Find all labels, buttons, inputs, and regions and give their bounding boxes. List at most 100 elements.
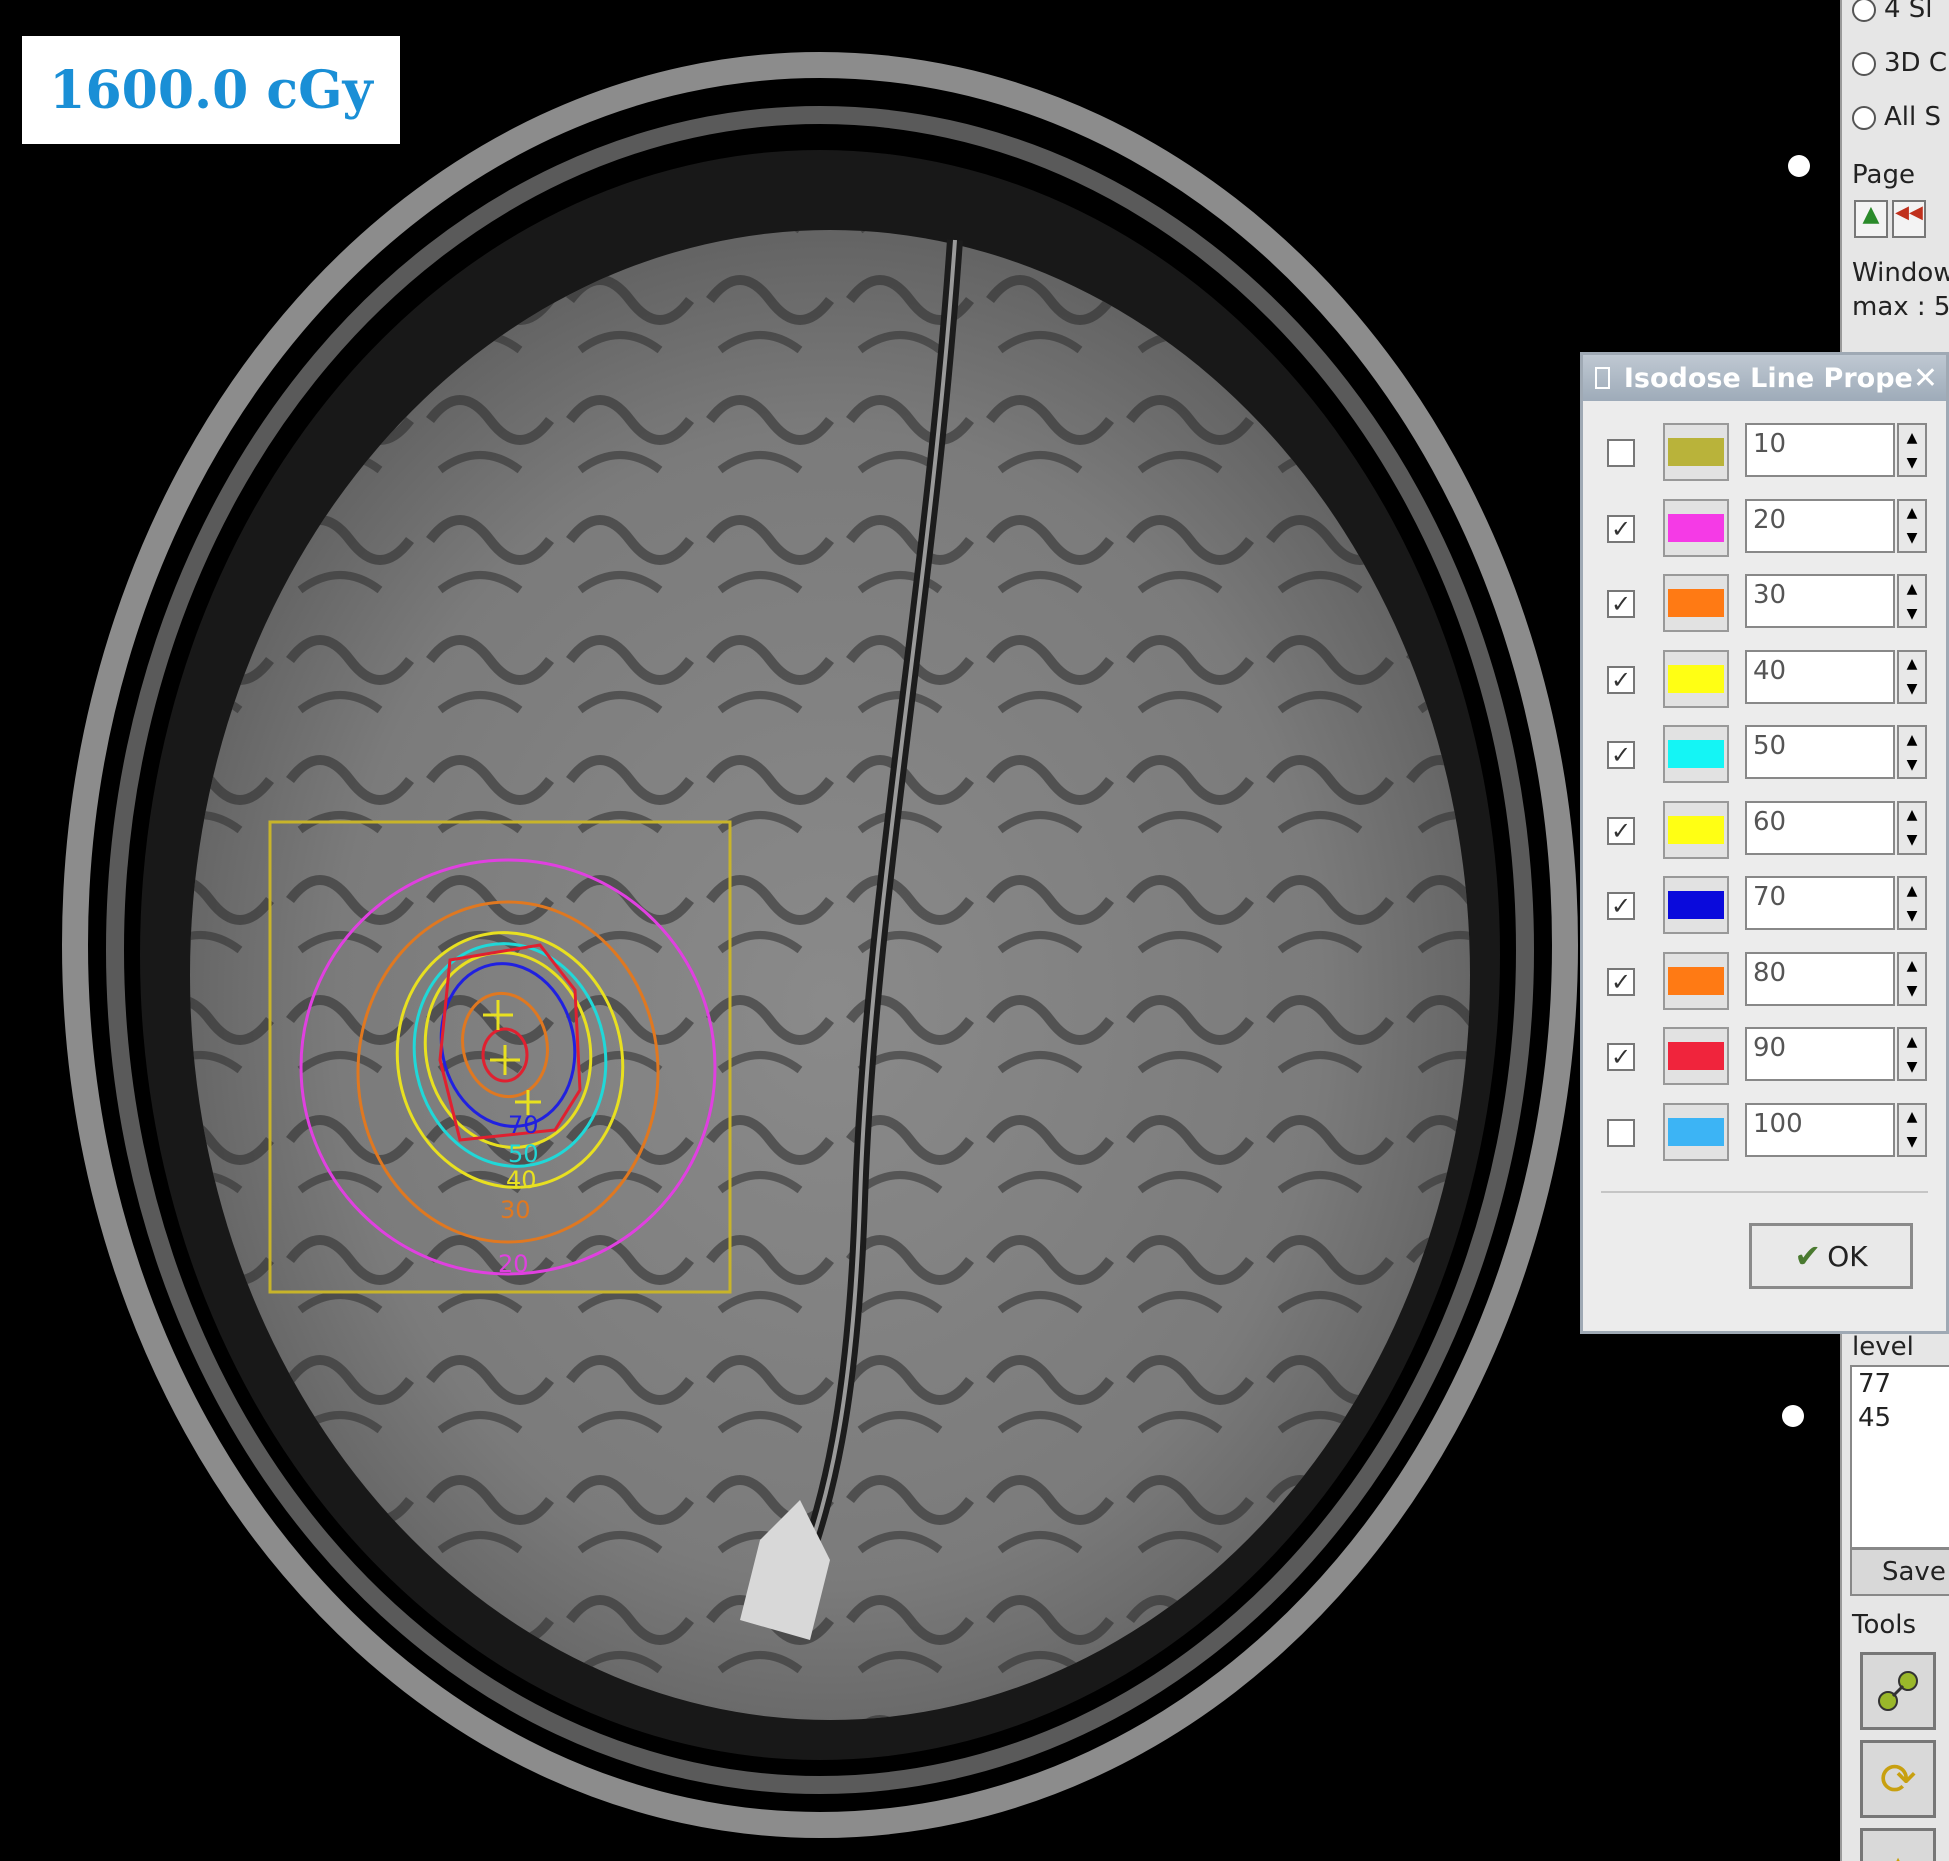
spin-up-icon[interactable]: ▲ <box>1907 657 1918 671</box>
spin-up-icon[interactable]: ▲ <box>1907 733 1918 747</box>
spin-down-icon[interactable]: ▼ <box>1907 833 1918 847</box>
spin-down-icon[interactable]: ▼ <box>1907 1135 1918 1149</box>
isodose-level-spinner[interactable]: ▲ ▼ <box>1897 876 1927 930</box>
isodose-visible-checkbox[interactable]: ✓ <box>1607 892 1635 920</box>
dialog-title-bar[interactable]: Isodose Line Prope ✕ <box>1583 355 1946 401</box>
isodose-level-spinner[interactable]: ▲ ▼ <box>1897 574 1927 628</box>
isodose-visible-checkbox[interactable]: ✓ <box>1607 590 1635 618</box>
color-swatch <box>1668 740 1724 768</box>
ok-button[interactable]: ✔ OK <box>1749 1223 1913 1289</box>
view-radio-4-slices[interactable]: 4 Sl <box>1852 0 1933 24</box>
isodose-level-spinner[interactable]: ▲ ▼ <box>1897 423 1927 477</box>
spin-up-icon[interactable]: ▲ <box>1907 1035 1918 1049</box>
contour-label-30: 30 <box>500 1196 531 1224</box>
spin-up-icon[interactable]: ▲ <box>1907 959 1918 973</box>
spin-down-icon[interactable]: ▼ <box>1907 909 1918 923</box>
isodose-level-spinner[interactable]: ▲ ▼ <box>1897 649 1927 704</box>
page-up-button[interactable]: ▲ <box>1854 200 1888 238</box>
isodose-visible-checkbox[interactable]: ✓ <box>1607 967 1635 996</box>
rewind-icon: ◀◀ <box>1895 202 1923 223</box>
isodose-color-button[interactable] <box>1663 1027 1729 1085</box>
spin-up-icon[interactable]: ▲ <box>1907 431 1918 445</box>
spin-down-icon[interactable]: ▼ <box>1907 682 1918 696</box>
page-first-button[interactable]: ◀◀ <box>1892 200 1926 238</box>
isodose-visible-checkbox[interactable]: ✓ <box>1607 665 1635 694</box>
color-swatch <box>1668 513 1724 542</box>
divider <box>1601 1191 1928 1193</box>
isodose-visible-checkbox[interactable]: ✓ <box>1607 816 1635 845</box>
close-icon[interactable]: ✕ <box>1913 361 1938 396</box>
isodose-color-button[interactable] <box>1663 951 1729 1010</box>
orientation-marker-bottom <box>1782 1405 1804 1427</box>
isodose-level-spinner[interactable]: ▲ ▼ <box>1897 1027 1927 1081</box>
spin-down-icon[interactable]: ▼ <box>1907 1060 1918 1074</box>
isodose-level-input[interactable]: 60 <box>1745 800 1895 855</box>
isodose-level-spinner[interactable]: ▲ ▼ <box>1897 498 1927 553</box>
isodose-visible-checkbox[interactable]: ✓ <box>1607 514 1635 543</box>
spin-up-icon[interactable]: ▲ <box>1907 808 1918 822</box>
spin-up-icon[interactable]: ▲ <box>1907 582 1918 596</box>
isodose-color-button[interactable] <box>1663 649 1729 708</box>
isodose-color-button[interactable] <box>1663 800 1729 859</box>
tool-pan-button[interactable] <box>1860 1652 1936 1730</box>
isodose-color-button[interactable] <box>1663 423 1729 481</box>
mri-viewer[interactable]: 70 50 40 30 20 1600.0 cGy <box>0 0 1840 1861</box>
color-swatch <box>1668 815 1724 844</box>
isodose-color-button[interactable] <box>1663 725 1729 783</box>
radio-icon[interactable] <box>1852 51 1876 76</box>
level-list[interactable]: 77 45 <box>1850 1365 1949 1549</box>
isodose-level-spinner[interactable]: ▲ ▼ <box>1897 800 1927 855</box>
isodose-color-button[interactable] <box>1663 574 1729 632</box>
level-value[interactable]: 45 <box>1852 1401 1949 1435</box>
isodose-color-button[interactable] <box>1663 876 1729 934</box>
isodose-level-input[interactable]: 10 <box>1745 423 1895 477</box>
isodose-level-spinner[interactable]: ▲ ▼ <box>1897 725 1927 779</box>
isodose-visible-checkbox[interactable] <box>1607 439 1635 467</box>
isodose-visible-checkbox[interactable]: ✓ <box>1607 1043 1635 1071</box>
spin-up-icon[interactable]: ▲ <box>1907 1110 1918 1124</box>
radio-icon[interactable] <box>1852 0 1876 22</box>
arrow-up-icon: ▲ <box>1862 202 1880 227</box>
isodose-level-input[interactable]: 80 <box>1745 951 1895 1006</box>
spin-down-icon[interactable]: ▼ <box>1907 758 1918 772</box>
color-swatch <box>1668 438 1724 466</box>
isodose-visible-checkbox[interactable]: ✓ <box>1607 741 1635 769</box>
spin-down-icon[interactable]: ▼ <box>1907 456 1918 470</box>
window-icon <box>1595 367 1610 389</box>
isodose-level-spinner[interactable]: ▲ ▼ <box>1897 1102 1927 1157</box>
isodose-level-spinner[interactable]: ▲ ▼ <box>1897 951 1927 1006</box>
view-radio-3d[interactable]: 3D C <box>1852 48 1947 78</box>
dose-value-box: 1600.0 cGy <box>22 36 400 144</box>
spin-down-icon[interactable]: ▼ <box>1907 984 1918 998</box>
isodose-list: 10 ▲ ▼ ✓ 20 ▲ ▼ ✓ 30 ▲ ▼ ✓ 40 ▲ ▼ ✓ 50 ▲ ▼ ✓ 60 ▲ ▼ ✓ 70 ▲ ▼ ✓ 80 ▲ ▼ ✓… <box>1601 417 1937 1217</box>
spin-up-icon[interactable]: ▲ <box>1907 506 1918 520</box>
isodose-level-input[interactable]: 90 <box>1745 1027 1895 1081</box>
nodes-tool-icon <box>1878 1671 1918 1711</box>
tool-rotate-button[interactable]: ⟳ <box>1860 1740 1936 1818</box>
isodose-color-button[interactable] <box>1663 1102 1729 1161</box>
isodose-level-input[interactable]: 100 <box>1745 1102 1895 1157</box>
isodose-level-input[interactable]: 40 <box>1745 649 1895 704</box>
tool-extra-button[interactable]: ▲ <box>1860 1828 1936 1861</box>
isodose-row-100: 100 ▲ ▼ <box>1601 1097 1937 1173</box>
mri-axial-slice: 70 50 40 30 20 <box>62 52 1578 1838</box>
radio-icon[interactable] <box>1852 105 1876 130</box>
isodose-visible-checkbox[interactable] <box>1607 1118 1635 1147</box>
spin-down-icon[interactable]: ▼ <box>1907 607 1918 621</box>
window-label: Window <box>1852 258 1949 288</box>
level-value[interactable]: 77 <box>1852 1367 1949 1401</box>
view-radio-all-slices[interactable]: All S <box>1852 102 1941 132</box>
orientation-marker-top <box>1788 155 1810 177</box>
isodose-row-60: ✓ 60 ▲ ▼ <box>1601 795 1937 871</box>
isodose-level-input[interactable]: 30 <box>1745 574 1895 628</box>
isodose-color-button[interactable] <box>1663 498 1729 557</box>
isodose-line-properties-dialog[interactable]: Isodose Line Prope ✕ 10 ▲ ▼ ✓ 20 ▲ ▼ ✓ 30 ▲ ▼ ✓ 40 ▲ ▼… <box>1580 352 1949 1334</box>
isodose-level-input[interactable]: 50 <box>1745 725 1895 779</box>
save-button[interactable]: Save <box>1850 1548 1949 1596</box>
isodose-level-input[interactable]: 20 <box>1745 498 1895 553</box>
spin-up-icon[interactable]: ▲ <box>1907 884 1918 898</box>
spin-down-icon[interactable]: ▼ <box>1907 531 1918 545</box>
color-swatch <box>1668 891 1724 919</box>
dialog-title: Isodose Line Prope <box>1623 362 1913 394</box>
isodose-level-input[interactable]: 70 <box>1745 876 1895 930</box>
